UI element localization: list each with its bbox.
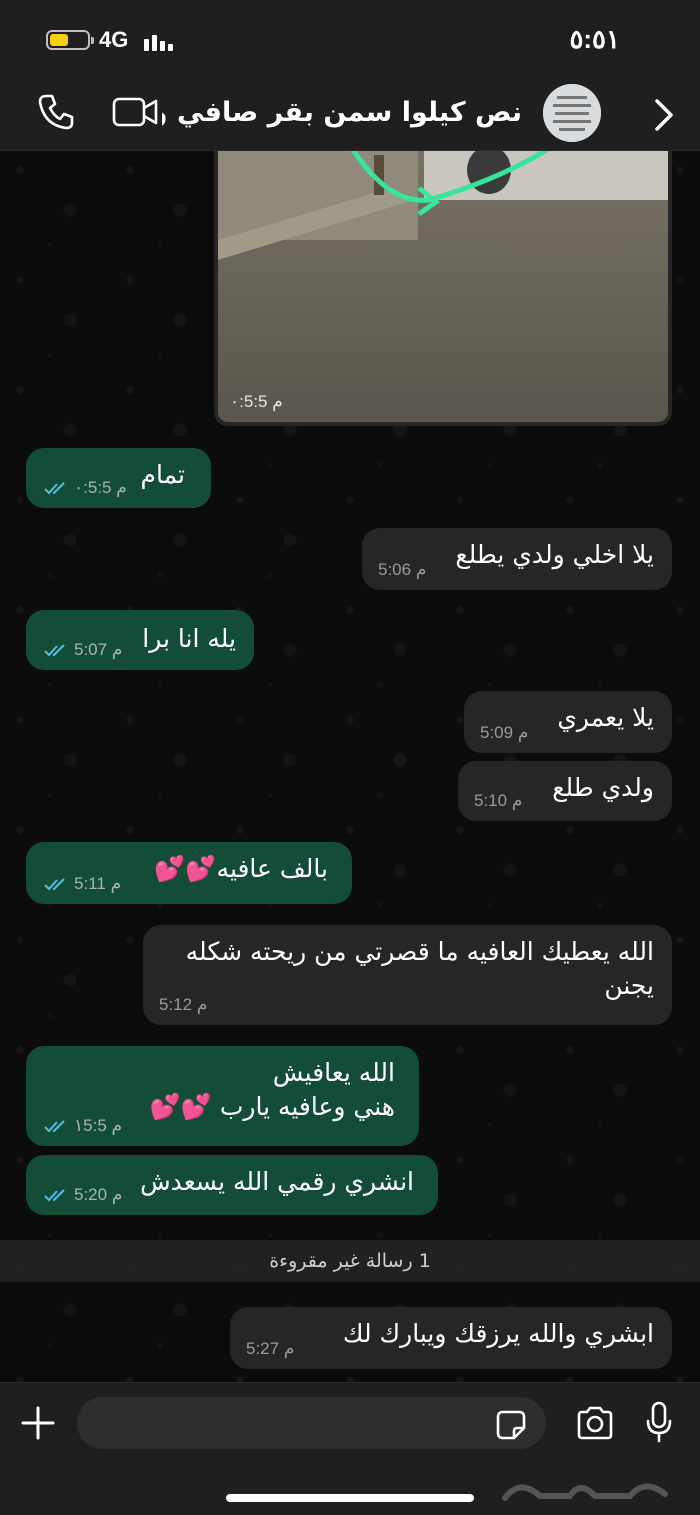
message-text: ابشري والله يرزقك ويبارك لك [342, 1319, 654, 1348]
plus-icon[interactable] [20, 1405, 56, 1441]
message-bubble-incoming[interactable]: يلا يعمري 5:09 م [464, 691, 672, 753]
message-bubble-incoming[interactable]: ابشري والله يرزقك ويبارك لك 5:27 م [230, 1307, 672, 1369]
battery-icon [46, 30, 94, 50]
message-time: 5:09 م [480, 723, 529, 742]
message-time: 5:12 م [159, 995, 208, 1014]
status-time: ٥:٥١ [569, 24, 620, 54]
message-time: 5:07 م [74, 640, 123, 659]
message-bubble-incoming[interactable]: الله يعطيك العافيه ما قصرتي من ريحته شكل… [143, 925, 672, 1025]
message-bubble-outgoing[interactable]: انشري رقمي الله يسعدش 5:20 م [26, 1155, 438, 1215]
read-ticks-icon [44, 644, 65, 657]
avatar[interactable] [543, 84, 601, 142]
read-ticks-icon [44, 1189, 65, 1202]
message-bubble-outgoing[interactable]: يله انا برا 5:07 م [26, 610, 254, 670]
message-time: 5:20 م [74, 1185, 123, 1204]
video-camera-icon[interactable] [112, 96, 158, 128]
message-input[interactable] [77, 1397, 546, 1449]
home-indicator[interactable] [226, 1494, 474, 1502]
media-thumbnail [218, 130, 668, 422]
message-bubble-incoming[interactable]: ولدي طلع 5:10 م [458, 761, 672, 821]
chat-header: 4G ٥:٥١ نص كيلوا سمن بقر صافي ونص... [0, 0, 700, 151]
message-bubble-incoming[interactable]: يلا اخلي ولدي يطلع 5:06 م [362, 528, 672, 590]
message-time: 5:11 م [74, 874, 122, 893]
message-bubble-outgoing[interactable]: بالف عافيه💕💕 5:11 م [26, 842, 352, 904]
message-meta: ١5:5 م [44, 1116, 122, 1136]
network-type: 4G [99, 27, 129, 52]
message-time: 5:10 م [474, 791, 523, 810]
camera-icon[interactable] [575, 1405, 615, 1441]
message-time: 5:27 م [246, 1339, 295, 1358]
unread-messages-divider: 1 رسالة غير مقروءة [0, 1240, 700, 1282]
battery-level [50, 34, 68, 46]
message-meta: 5:12 م [159, 995, 207, 1015]
message-meta: ٠:5:5 م [44, 478, 127, 498]
chat-title[interactable]: نص كيلوا سمن بقر صافي ونص... [162, 97, 522, 128]
sticker-icon[interactable] [495, 1409, 527, 1441]
message-meta: 5:09 م [480, 723, 528, 743]
message-bubble-outgoing[interactable]: الله يعافيش هني وعافيه يارب 💕💕 ١5:5 م [26, 1046, 419, 1146]
avatar-image [543, 84, 601, 142]
message-time: ١5:5 م [74, 1116, 123, 1135]
message-meta: 5:10 م [474, 791, 522, 811]
microphone-icon[interactable] [645, 1401, 673, 1443]
message-time: 5:06 م [378, 560, 427, 579]
haraj-logo [502, 1483, 668, 1501]
chevron-right-icon[interactable] [652, 98, 676, 132]
read-ticks-icon [44, 482, 65, 495]
message-bubble-outgoing[interactable]: تمام ٠:5:5 م [26, 448, 211, 508]
signal-strength-icon [144, 33, 174, 51]
message-time: ٠:5:5 م [74, 478, 127, 497]
message-meta: 5:27 م [246, 1339, 294, 1359]
message-meta: 5:06 م [378, 560, 426, 580]
message-meta: 5:20 م [44, 1185, 122, 1205]
message-meta: 5:07 م [44, 640, 122, 660]
media-timestamp: ٠:5:5 م [230, 392, 283, 411]
media-message[interactable]: ٠:5:5 م [214, 130, 672, 426]
read-ticks-icon [44, 1120, 65, 1133]
message-text: الله يعطيك العافيه ما قصرتي من ريحته شكل… [185, 937, 654, 1000]
read-ticks-icon [44, 878, 65, 891]
message-meta: 5:11 م [44, 874, 121, 894]
phone-icon[interactable] [36, 92, 76, 132]
message-text: الله يعافيش هني وعافيه يارب 💕💕 [149, 1058, 395, 1121]
